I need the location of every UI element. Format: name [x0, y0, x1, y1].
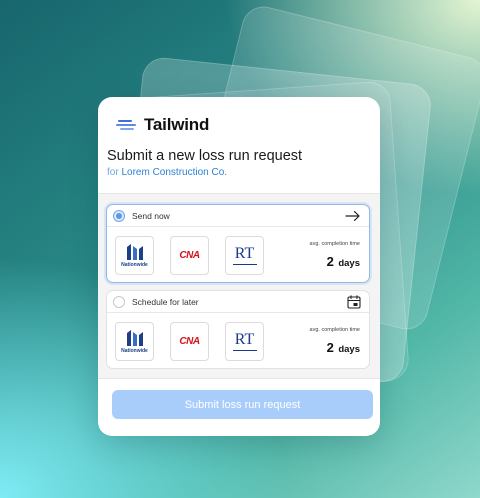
eta-number: 2 [326, 254, 334, 269]
option-label: Send now [132, 210, 170, 221]
subtitle-prefix: for [107, 167, 119, 178]
loss-run-request-card: Tailwind Submit a new loss run request f… [98, 97, 380, 436]
radio-schedule-later[interactable] [113, 295, 125, 308]
rt-logo: RT [225, 236, 264, 275]
carrier-name: CNA [179, 250, 200, 261]
carrier-name: Nationwide [121, 348, 148, 354]
carrier-list: Nationwide CNA RT [115, 236, 280, 275]
eta-label: avg. completion time [309, 327, 360, 333]
carrier-list: Nationwide CNA RT [115, 322, 280, 361]
cna-logo: CNA [170, 236, 209, 275]
form-title: Submit a new loss run request [107, 148, 303, 164]
eta-unit: days [338, 258, 360, 269]
completion-time: avg. completion time 2 days [310, 327, 360, 357]
submit-button[interactable]: Submit loss run request [112, 390, 373, 419]
carrier-name: Nationwide [121, 262, 148, 268]
rt-logo: RT [225, 322, 264, 361]
company-name[interactable]: Lorem Construction Co. [121, 167, 227, 178]
option-header: Schedule for later [107, 291, 369, 313]
eta-number: 2 [326, 340, 334, 355]
calendar-icon[interactable] [347, 295, 361, 314]
option-header: Send now [107, 205, 369, 227]
arrow-right-icon[interactable] [345, 209, 361, 227]
option-schedule-later[interactable]: Schedule for later Nationwide CNA RT avg… [106, 290, 370, 369]
nationwide-logo: Nationwide [115, 236, 154, 275]
eta-unit: days [338, 344, 360, 355]
tailwind-logo-icon [116, 119, 138, 131]
form-subtitle: for Lorem Construction Co. [107, 167, 227, 178]
delivery-options: Send now Nationwide CNA RT avg. completi… [98, 193, 380, 379]
carrier-name: RT [234, 330, 255, 348]
radio-send-now[interactable] [113, 209, 125, 222]
eta-label: avg. completion time [309, 241, 360, 247]
nationwide-logo: Nationwide [115, 322, 154, 361]
eta-value: 2 days [310, 253, 360, 271]
cna-logo: CNA [170, 322, 209, 361]
option-label: Schedule for later [132, 296, 199, 307]
brand-name: Tailwind [144, 115, 210, 134]
carrier-name: CNA [179, 336, 200, 347]
option-send-now[interactable]: Send now Nationwide CNA RT avg. completi… [106, 204, 370, 283]
carrier-name: RT [234, 244, 255, 262]
brand-logo: Tailwind [116, 115, 209, 135]
eta-value: 2 days [310, 339, 360, 357]
completion-time: avg. completion time 2 days [310, 241, 360, 271]
